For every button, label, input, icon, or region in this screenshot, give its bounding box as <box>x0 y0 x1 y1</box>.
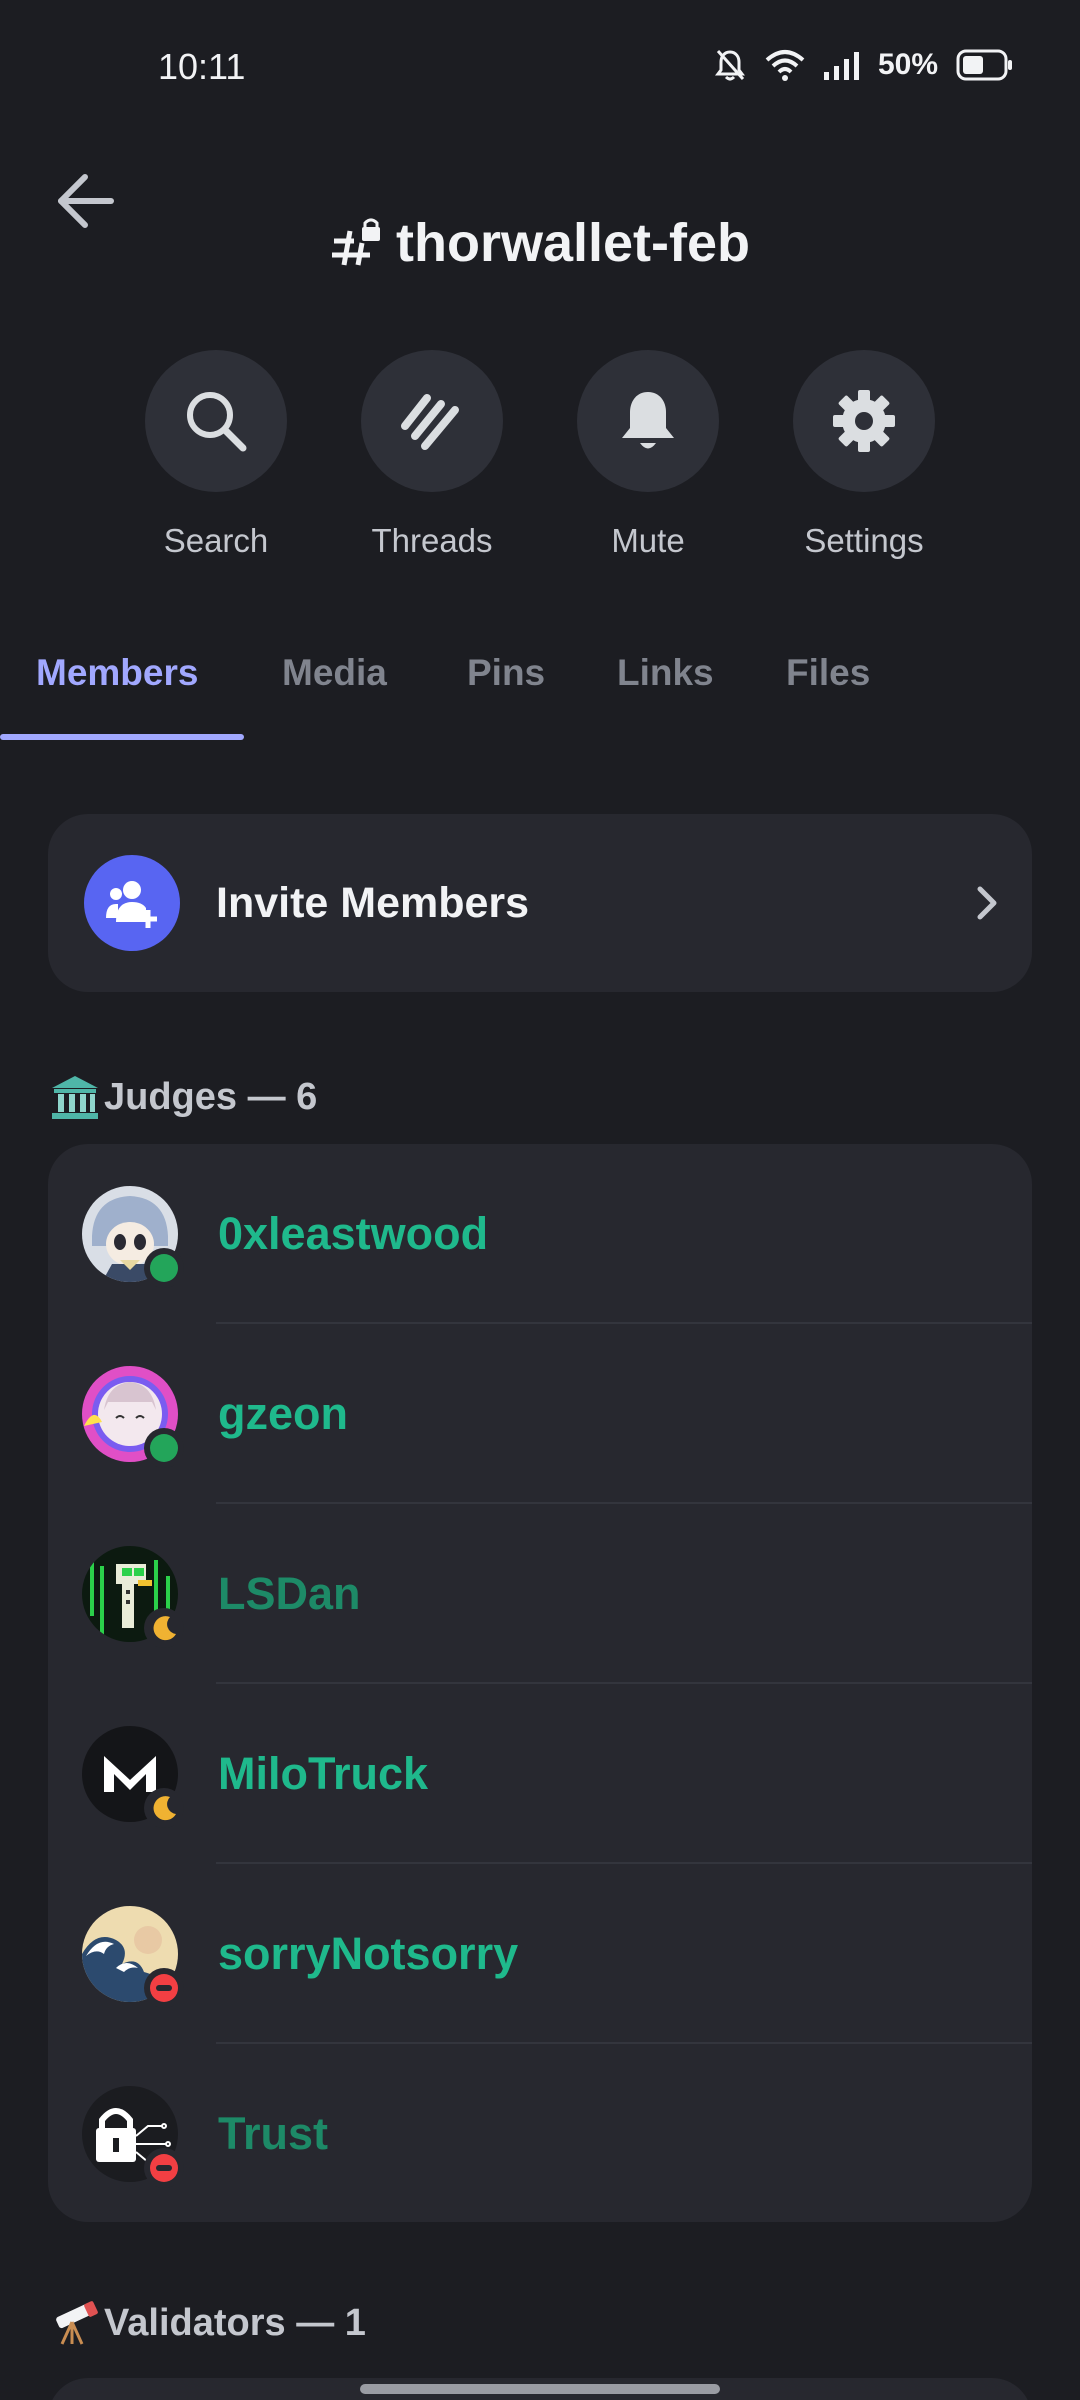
mute-label: Mute <box>611 522 685 559</box>
search-button[interactable]: Search <box>116 350 316 560</box>
member-name: Trust <box>218 2108 329 2159</box>
invite-members-button[interactable]: Invite Members <box>48 814 1032 992</box>
dnd-status-icon <box>144 2148 184 2188</box>
chevron-right-icon <box>977 886 997 920</box>
member-name: MiloTruck <box>218 1748 429 1799</box>
channel-title: thorwallet-feb <box>0 212 1080 274</box>
tab-links[interactable]: Links <box>617 652 714 694</box>
channel-name: thorwallet-feb <box>395 213 750 273</box>
status-time: 10:11 <box>158 46 246 87</box>
locked-channel-hash-icon <box>331 218 380 266</box>
threads-label: Threads <box>371 522 493 559</box>
status-icons: 50% <box>714 48 1014 82</box>
member-name: sorryNotsorry <box>218 1928 519 1979</box>
settings-label: Settings <box>804 522 924 559</box>
dnd-status-icon <box>144 1968 184 2008</box>
status-bar: 10:11 50% <box>0 0 1080 136</box>
battery-icon <box>956 49 1012 81</box>
section-heading-judges: Judges — 6 <box>50 1074 317 1120</box>
section-heading-validators: Validators — 1 <box>50 2300 366 2346</box>
classical-building-icon <box>52 1076 98 1119</box>
battery-percent: 50% <box>877 48 938 81</box>
tab-members[interactable]: Members <box>36 652 198 694</box>
home-indicator[interactable] <box>360 2384 720 2394</box>
tab-pins[interactable]: Pins <box>467 652 545 694</box>
online-status-icon <box>144 1248 184 1288</box>
bell-icon <box>577 350 719 492</box>
judges-member-list: 0xleastwood gzeon LSDan MiloTruck sorryN… <box>48 1144 1032 2222</box>
active-tab-indicator <box>0 734 244 740</box>
mute-button[interactable]: Mute <box>548 350 748 560</box>
tab-bar: Members Media Pins Links Files <box>0 640 1080 740</box>
threads-button[interactable]: Threads <box>332 350 532 560</box>
member-name: LSDan <box>218 1568 361 1619</box>
idle-status-icon <box>144 1788 184 1828</box>
list-item[interactable]: 0xleastwood <box>48 1144 1032 1324</box>
member-name: 0xleastwood <box>218 1208 489 1259</box>
list-item[interactable]: gzeon <box>48 1324 1032 1504</box>
threads-icon <box>361 350 503 492</box>
bell-off-icon <box>714 50 745 81</box>
add-member-icon <box>84 855 180 951</box>
online-status-icon <box>144 1428 184 1468</box>
list-item[interactable]: MiloTruck <box>48 1684 1032 1864</box>
section-heading-validators-text: Validators — 1 <box>104 2301 366 2344</box>
invite-members-label: Invite Members <box>216 878 530 927</box>
signal-icon <box>823 52 859 80</box>
tab-media[interactable]: Media <box>282 652 387 694</box>
wifi-icon <box>765 50 805 81</box>
telescope-icon <box>56 2301 98 2345</box>
settings-button[interactable]: Settings <box>764 350 964 560</box>
list-item[interactable]: sorryNotsorry <box>48 1864 1032 2044</box>
search-label: Search <box>163 522 269 559</box>
list-item[interactable]: Trust <box>48 2044 1032 2222</box>
tab-files[interactable]: Files <box>786 652 870 694</box>
gear-icon <box>793 350 935 492</box>
search-icon <box>145 350 287 492</box>
list-item[interactable]: LSDan <box>48 1504 1032 1684</box>
member-name: gzeon <box>218 1388 348 1439</box>
idle-status-icon <box>144 1608 184 1648</box>
section-heading-judges-text: Judges — 6 <box>104 1075 318 1118</box>
